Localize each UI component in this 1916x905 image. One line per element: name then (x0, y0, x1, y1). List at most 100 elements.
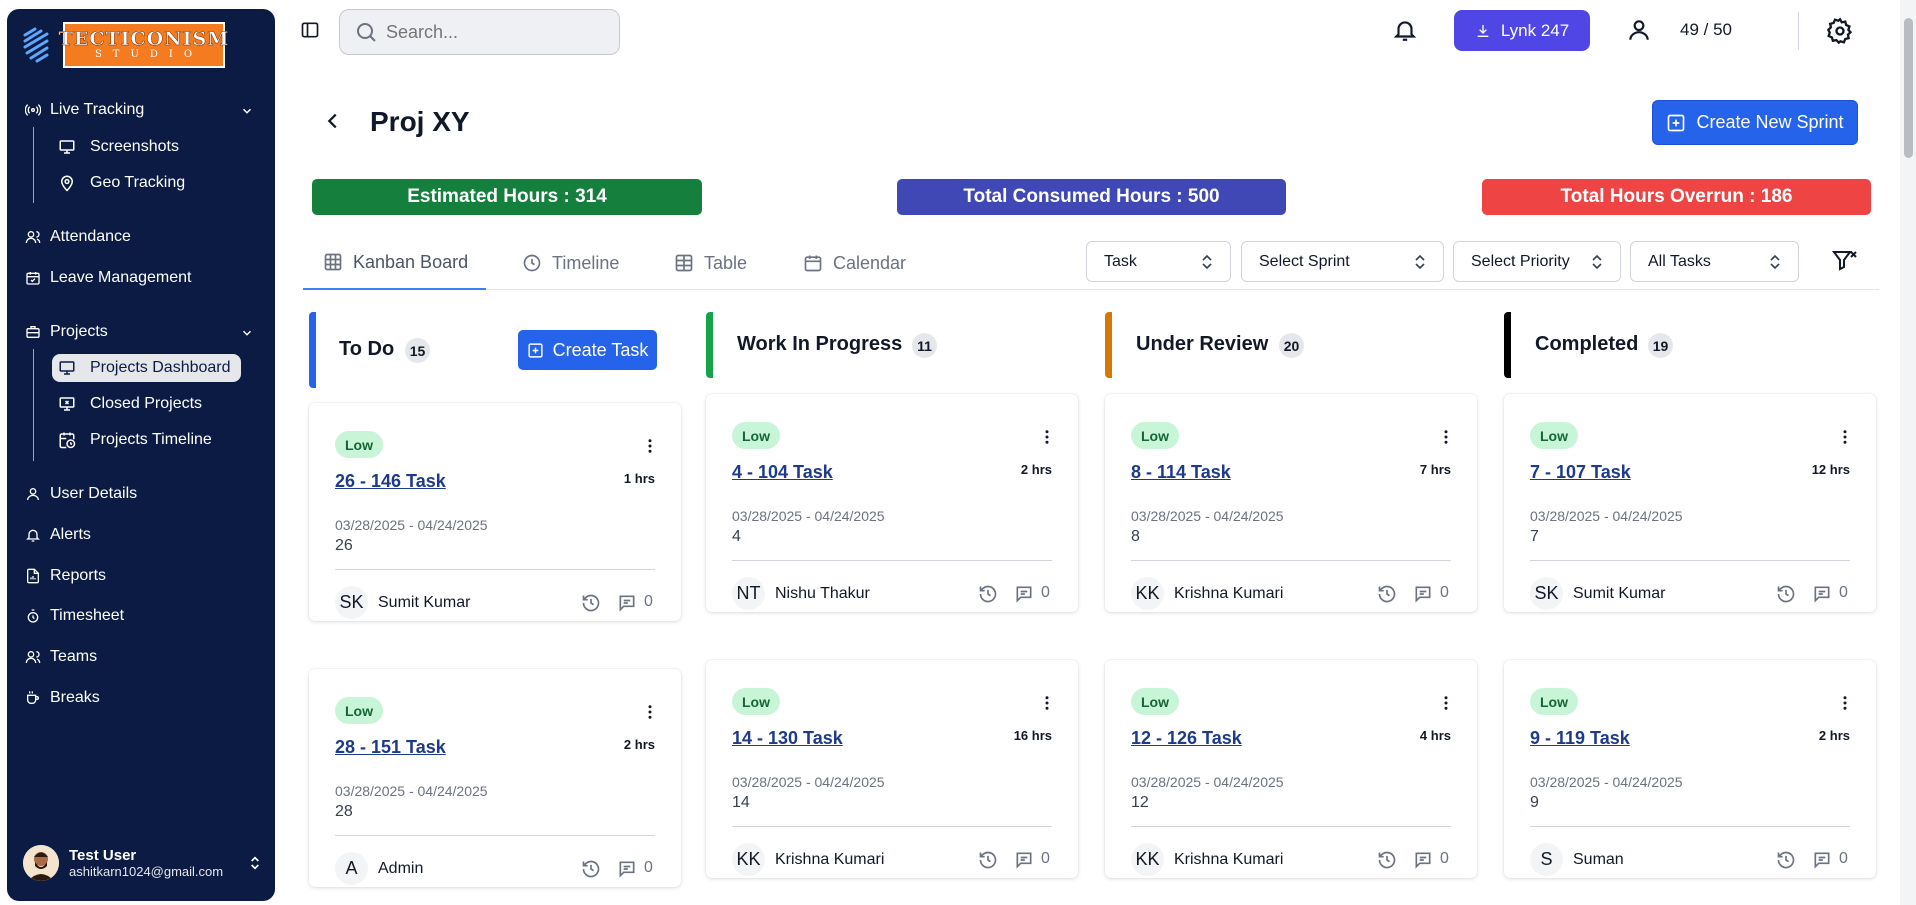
sidebar-item-geo-tracking[interactable]: Geo Tracking (52, 169, 195, 197)
comment-icon[interactable] (1413, 850, 1433, 870)
sidebar-item-screenshots[interactable]: Screenshots (52, 133, 189, 161)
brand-logo[interactable]: TECTICONISM STUDIO (21, 22, 228, 68)
comment-icon[interactable] (1413, 584, 1433, 604)
sidebar-item-breaks[interactable]: Breaks (25, 685, 100, 711)
grid-icon (324, 253, 342, 271)
history-icon[interactable] (978, 850, 998, 870)
more-vertical-icon[interactable] (1836, 428, 1854, 446)
back-arrow-icon[interactable] (322, 110, 344, 132)
sidebar-item-alerts[interactable]: Alerts (25, 522, 91, 548)
comment-icon[interactable] (1812, 850, 1832, 870)
task-title-link[interactable]: 14 - 130 Task (732, 728, 843, 749)
tab-kanban-board[interactable]: Kanban Board (303, 236, 486, 290)
user-icon (27, 488, 39, 501)
task-type-select[interactable]: Task (1086, 241, 1231, 282)
search-icon (357, 23, 376, 42)
task-title-link[interactable]: 26 - 146 Task (335, 471, 446, 492)
priority-badge: Low (732, 688, 780, 715)
sidebar-item-teams[interactable]: Teams (25, 644, 97, 670)
sidebar-item-timesheet[interactable]: Timesheet (25, 603, 124, 629)
history-icon[interactable] (581, 593, 601, 613)
sidebar-item-closed-projects[interactable]: Closed Projects (52, 390, 212, 418)
history-icon[interactable] (1776, 850, 1796, 870)
task-dates: 03/28/2025 - 04/24/2025 (335, 517, 488, 533)
chevrons-up-down-icon[interactable] (247, 855, 263, 871)
sidebar-item-user-details[interactable]: User Details (25, 481, 137, 507)
chevrons-up-down-icon (1592, 254, 1602, 270)
history-icon[interactable] (1377, 850, 1397, 870)
scope-select[interactable]: All Tasks (1630, 241, 1799, 282)
task-card[interactable]: Low 8 - 114 Task 7 hrs 03/28/2025 - 04/2… (1105, 394, 1477, 612)
sidebar-item-label: Projects (50, 323, 108, 340)
task-number: 12 (1131, 794, 1149, 811)
calendar-clock-icon (59, 432, 76, 449)
sprint-select[interactable]: Select Sprint (1241, 241, 1444, 282)
task-title-link[interactable]: 8 - 114 Task (1131, 462, 1231, 483)
sidebar-item-projects-timeline[interactable]: Projects Timeline (52, 426, 222, 454)
more-vertical-icon[interactable] (1038, 694, 1056, 712)
sidebar-item-live-tracking[interactable]: Live Tracking (25, 97, 144, 123)
tab-table[interactable]: Table (674, 236, 747, 290)
task-card[interactable]: Low 12 - 126 Task 4 hrs 03/28/2025 - 04/… (1105, 660, 1477, 878)
task-card[interactable]: Low 28 - 151 Task 2 hrs 03/28/2025 - 04/… (309, 669, 681, 887)
comment-count: 0 (1839, 584, 1848, 601)
chevron-down-icon[interactable] (240, 104, 254, 118)
task-title-link[interactable]: 9 - 119 Task (1530, 728, 1630, 749)
task-number: 7 (1530, 528, 1539, 545)
more-vertical-icon[interactable] (1836, 694, 1854, 712)
history-icon[interactable] (1377, 584, 1397, 604)
comment-icon[interactable] (617, 593, 637, 613)
tab-calendar[interactable]: Calendar (803, 236, 906, 290)
history-icon[interactable] (1776, 584, 1796, 604)
task-card[interactable]: Low 7 - 107 Task 12 hrs 03/28/2025 - 04/… (1504, 394, 1876, 612)
sidebar-item-projects[interactable]: Projects (25, 319, 108, 345)
sidebar-item-label: Teams (50, 648, 98, 665)
task-dates: 03/28/2025 - 04/24/2025 (732, 508, 885, 524)
plus-square-icon (528, 342, 543, 358)
more-vertical-icon[interactable] (641, 437, 659, 455)
history-icon[interactable] (978, 584, 998, 604)
clear-filter-icon[interactable] (1832, 249, 1858, 273)
lynk-download-button[interactable]: Lynk 247 (1454, 10, 1590, 51)
history-icon[interactable] (581, 859, 601, 879)
task-card[interactable]: Low 26 - 146 Task 1 hrs 03/28/2025 - 04/… (309, 403, 681, 621)
more-vertical-icon[interactable] (1437, 428, 1455, 446)
more-vertical-icon[interactable] (641, 703, 659, 721)
task-card[interactable]: Low 14 - 130 Task 16 hrs 03/28/2025 - 04… (706, 660, 1078, 878)
sidebar-item-reports[interactable]: Reports (25, 563, 106, 589)
scrollbar-thumb[interactable] (1904, 18, 1913, 158)
chevron-down-icon[interactable] (240, 326, 254, 340)
overrun-hours-text: Total Hours Overrun : 186 (1560, 186, 1793, 207)
sidebar-item-label: Reports (50, 567, 107, 584)
user-count-icon[interactable] (1626, 17, 1652, 43)
task-title-link[interactable]: 7 - 107 Task (1530, 462, 1631, 483)
priority-select[interactable]: Select Priority (1453, 241, 1621, 282)
search-bar[interactable] (339, 9, 620, 55)
assignee-avatar: KK (732, 843, 765, 876)
tab-timeline[interactable]: Timeline (522, 236, 619, 290)
gear-icon[interactable] (1826, 17, 1854, 45)
notifications-bell-icon[interactable] (1392, 17, 1418, 43)
task-title-link[interactable]: 4 - 104 Task (732, 462, 833, 483)
assignee-avatar: SK (335, 586, 368, 619)
comment-icon[interactable] (617, 859, 637, 879)
task-hours: 2 hrs (1818, 728, 1850, 743)
user-profile[interactable]: Test User ashitkarn1024@gmail.com (23, 845, 263, 881)
sidebar-item-projects-dashboard[interactable]: Projects Dashboard (52, 354, 241, 382)
create-task-button[interactable]: Create Task (518, 330, 657, 370)
assignee-name: Krishna Kumari (775, 851, 885, 868)
create-new-sprint-button[interactable]: Create New Sprint (1652, 100, 1858, 145)
search-input[interactable] (386, 21, 606, 43)
comment-icon[interactable] (1812, 584, 1832, 604)
comment-icon[interactable] (1014, 850, 1034, 870)
task-title-link[interactable]: 28 - 151 Task (335, 737, 446, 758)
more-vertical-icon[interactable] (1038, 428, 1056, 446)
task-card[interactable]: Low 4 - 104 Task 2 hrs 03/28/2025 - 04/2… (706, 394, 1078, 612)
more-vertical-icon[interactable] (1437, 694, 1455, 712)
sidebar-item-attendance[interactable]: Attendance (25, 224, 131, 250)
task-card[interactable]: Low 9 - 119 Task 2 hrs 03/28/2025 - 04/2… (1504, 660, 1876, 878)
comment-icon[interactable] (1014, 584, 1034, 604)
sidebar-item-leave-management[interactable]: Leave Management (25, 265, 191, 291)
sidebar-toggle-icon[interactable] (300, 20, 320, 40)
task-title-link[interactable]: 12 - 126 Task (1131, 728, 1242, 749)
